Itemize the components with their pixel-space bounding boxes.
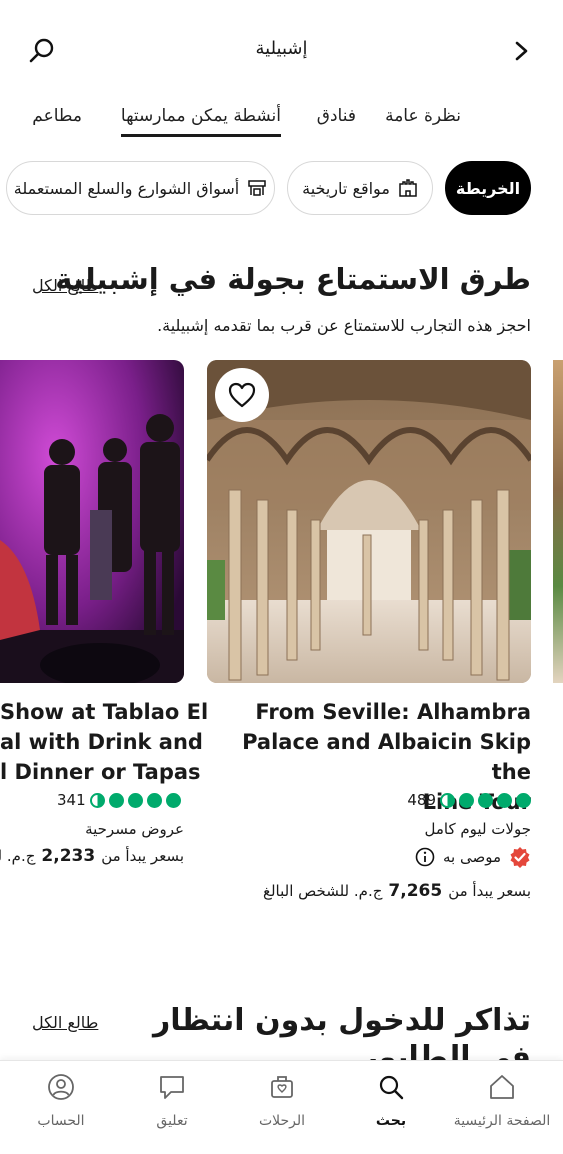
nav-search[interactable]: بحث: [341, 1073, 441, 1129]
section-subtitle: احجز هذه التجارب للاستمتاع عن قرب بما تق…: [157, 316, 531, 335]
home-icon: [490, 1075, 514, 1099]
badge-label: موصى به: [442, 848, 501, 866]
rating-bubble: [459, 792, 474, 808]
price-value: 2,233: [41, 846, 96, 866]
tab-restaurants[interactable]: مطاعم: [32, 106, 82, 126]
info-icon[interactable]: [415, 847, 435, 867]
heart-icon: [228, 382, 256, 408]
card-category: عروض مسرحية: [85, 820, 184, 838]
trips-icon: [271, 1076, 293, 1098]
section-title: طرق الاستمتاع بجولة في إشبيلية: [55, 262, 531, 296]
street-markets-chip[interactable]: أسواق الشوارع والسلع المستعملة: [6, 161, 275, 215]
rating: 341: [57, 791, 181, 809]
review-icon: [160, 1076, 184, 1099]
nav-account[interactable]: الحساب: [11, 1073, 111, 1129]
chevron-right-icon: [515, 41, 528, 61]
see-all-link[interactable]: طالع الكل: [32, 276, 98, 295]
nav-trips[interactable]: الرحلات: [232, 1073, 332, 1129]
rating-bubble: [146, 792, 162, 808]
see-all-link[interactable]: طالع الكل: [32, 1013, 98, 1032]
price-value: 7,265: [388, 881, 443, 901]
nav-home[interactable]: الصفحة الرئيسية: [452, 1073, 552, 1129]
tab-bar: نظرة عامة فنادق أنشطة يمكن ممارستها مطاع…: [0, 100, 563, 140]
search-icon: [379, 1075, 404, 1100]
card-price: بسعر يبدأ من 2,233 ج.م. لل: [0, 846, 184, 866]
historic-sites-chip[interactable]: مواقع تاريخية: [287, 161, 433, 215]
nav-review[interactable]: تعليق: [122, 1073, 222, 1129]
market-stall-icon: [248, 180, 266, 196]
account-icon: [48, 1074, 74, 1100]
rating-bubble-half: [440, 792, 455, 808]
rating-bubble: [165, 792, 181, 808]
rating-bubble: [497, 792, 512, 808]
card-image[interactable]: [0, 360, 184, 683]
rating-bubble: [478, 792, 493, 808]
verified-badge-icon: [510, 847, 530, 868]
chip-label: أسواق الشوارع والسلع المستعملة: [13, 178, 240, 198]
castle-icon: [399, 179, 417, 197]
flamenco-show-photo: [0, 360, 184, 683]
review-count: 489: [407, 791, 436, 809]
chip-label: الخريطة: [455, 178, 521, 198]
section-title: تذاكر للدخول بدون انتظار: [152, 1003, 531, 1038]
page-title: إشبيلية: [255, 38, 308, 59]
chip-label: مواقع تاريخية: [302, 178, 390, 198]
card-title[interactable]: Show at Tablao El al with Drink and l Di…: [0, 697, 208, 787]
rating: 489: [407, 791, 531, 809]
card-price: بسعر يبدأ من 7,265 ج.م. للشخص البالغ: [262, 881, 531, 901]
tab-overview[interactable]: نظرة عامة: [385, 106, 461, 126]
save-button[interactable]: [215, 368, 269, 422]
map-chip[interactable]: الخريطة: [445, 161, 531, 215]
rating-bubble: [108, 792, 124, 808]
recommended-badge: موصى به: [415, 846, 531, 868]
bottom-nav: الصفحة الرئيسية بحث الرحلات تعليق الحساب: [0, 1060, 563, 1154]
rating-bubble: [516, 792, 531, 808]
tab-hotels[interactable]: فنادق: [317, 106, 356, 126]
next-card-peek[interactable]: [553, 360, 563, 683]
tab-things-to-do[interactable]: أنشطة يمكن ممارستها: [120, 106, 281, 137]
rating-bubble-half: [89, 792, 105, 808]
rating-bubble: [127, 792, 143, 808]
card-category: جولات ليوم كامل: [424, 820, 531, 838]
back-button[interactable]: [503, 33, 539, 69]
review-count: 341: [57, 791, 86, 809]
